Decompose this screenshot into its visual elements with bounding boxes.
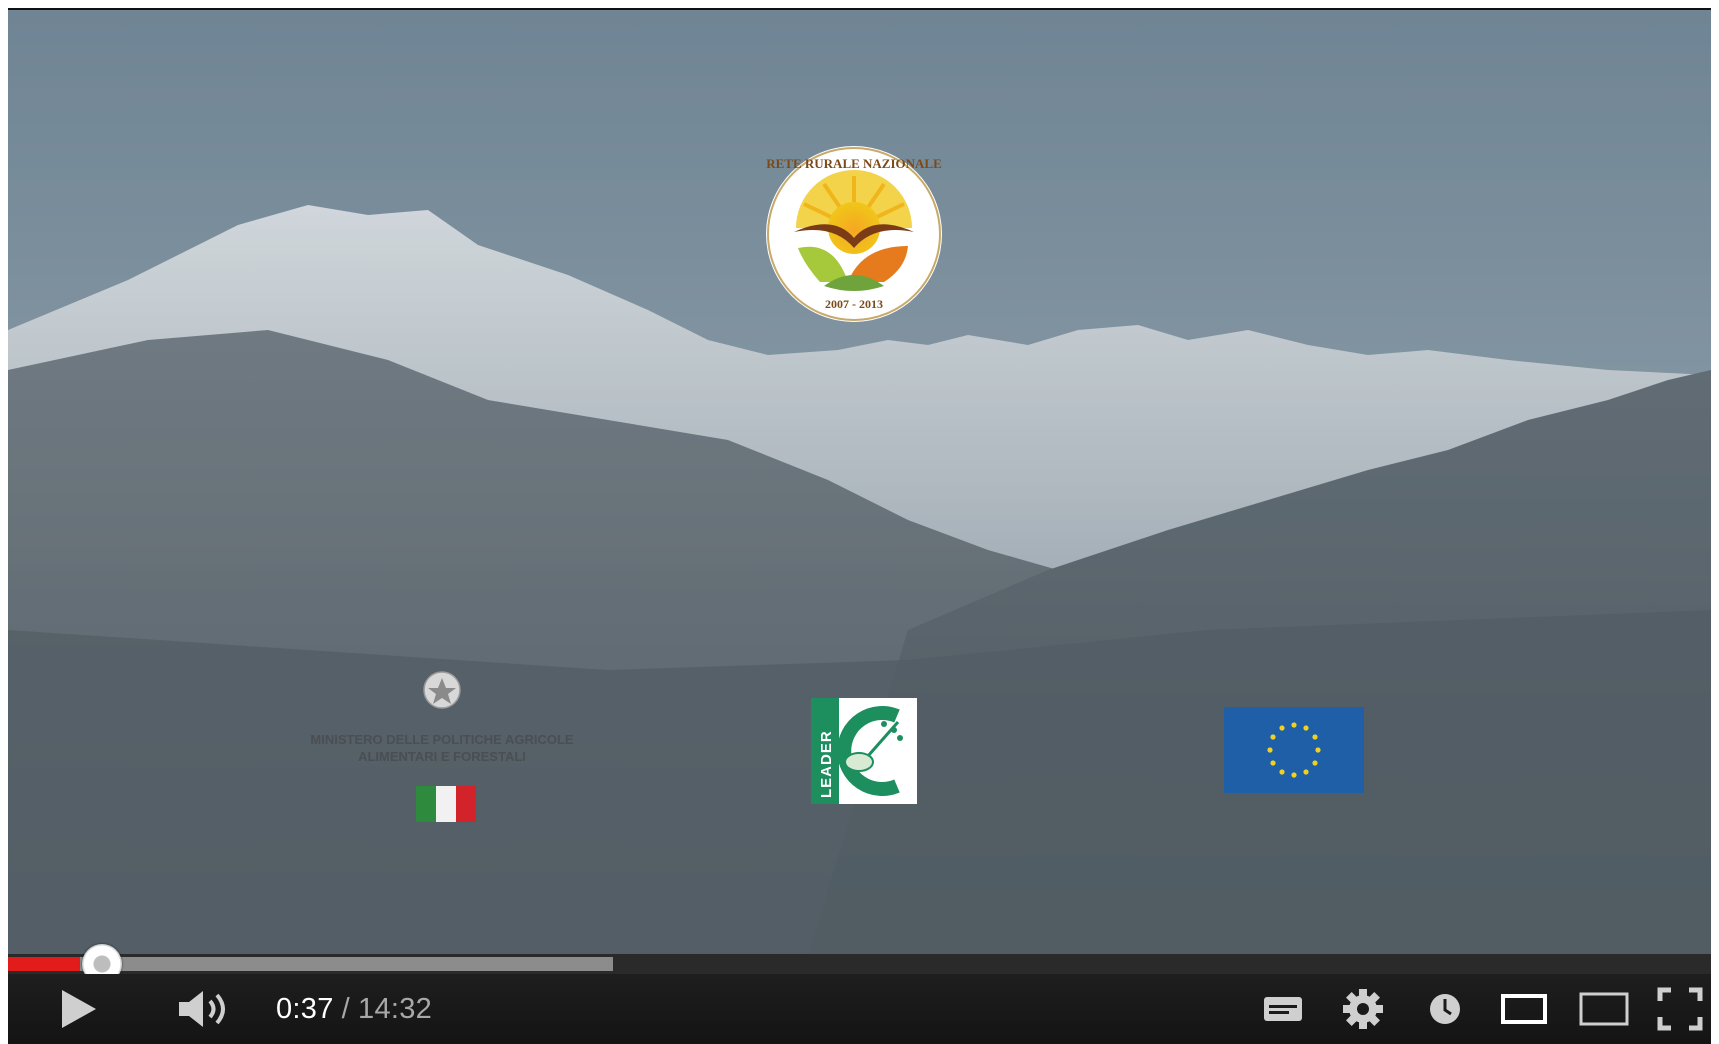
fullscreen-icon bbox=[1657, 987, 1703, 1031]
watch-later-button[interactable] bbox=[1420, 974, 1470, 1044]
italy-flag-red bbox=[456, 786, 476, 822]
leader-text: LEADER bbox=[818, 730, 835, 798]
clock-icon bbox=[1430, 994, 1460, 1024]
large-player-icon bbox=[1579, 992, 1629, 1026]
italy-flag-green bbox=[416, 786, 436, 822]
eu-flag bbox=[1224, 707, 1364, 793]
fullscreen-button[interactable] bbox=[1652, 974, 1708, 1044]
large-player-button[interactable] bbox=[1574, 974, 1634, 1044]
video-player[interactable]: RETE RURALE NAZIONALE 2007 - 2013 MINIST… bbox=[8, 8, 1711, 1044]
progress-bar[interactable] bbox=[8, 944, 1711, 984]
current-time: 0:37 bbox=[276, 992, 334, 1025]
play-icon bbox=[62, 990, 96, 1028]
gear-icon bbox=[1343, 989, 1383, 1029]
small-player-button[interactable] bbox=[1496, 974, 1552, 1044]
leader-logo: LEADER bbox=[811, 698, 917, 804]
video-frame[interactable]: RETE RURALE NAZIONALE 2007 - 2013 MINIST… bbox=[8, 10, 1711, 954]
settings-button[interactable] bbox=[1338, 974, 1388, 1044]
time-separator: / bbox=[341, 992, 351, 1025]
play-button[interactable] bbox=[48, 974, 108, 1044]
time-display: 0:37 / 14:32 bbox=[276, 974, 432, 1044]
rrn-years-text: 2007 - 2013 bbox=[825, 297, 883, 311]
video-scene: RETE RURALE NAZIONALE 2007 - 2013 MINIST… bbox=[8, 10, 1711, 954]
small-player-icon bbox=[1501, 994, 1547, 1024]
volume-button[interactable] bbox=[168, 974, 238, 1044]
control-bar: 0:37 / 14:32 bbox=[8, 974, 1711, 1044]
captions-icon bbox=[1264, 997, 1302, 1021]
ministero-line1: MINISTERO DELLE POLITICHE AGRICOLE bbox=[310, 732, 573, 747]
italy-flag-white bbox=[436, 786, 456, 822]
progress-played bbox=[8, 957, 81, 971]
rete-rurale-nazionale-logo: RETE RURALE NAZIONALE 2007 - 2013 bbox=[766, 146, 942, 322]
rrn-arc-text: RETE RURALE NAZIONALE bbox=[766, 156, 942, 171]
duration: 14:32 bbox=[358, 992, 433, 1025]
volume-icon bbox=[179, 991, 225, 1027]
captions-button[interactable] bbox=[1258, 974, 1308, 1044]
ministero-line2: ALIMENTARI E FORESTALI bbox=[358, 749, 526, 764]
